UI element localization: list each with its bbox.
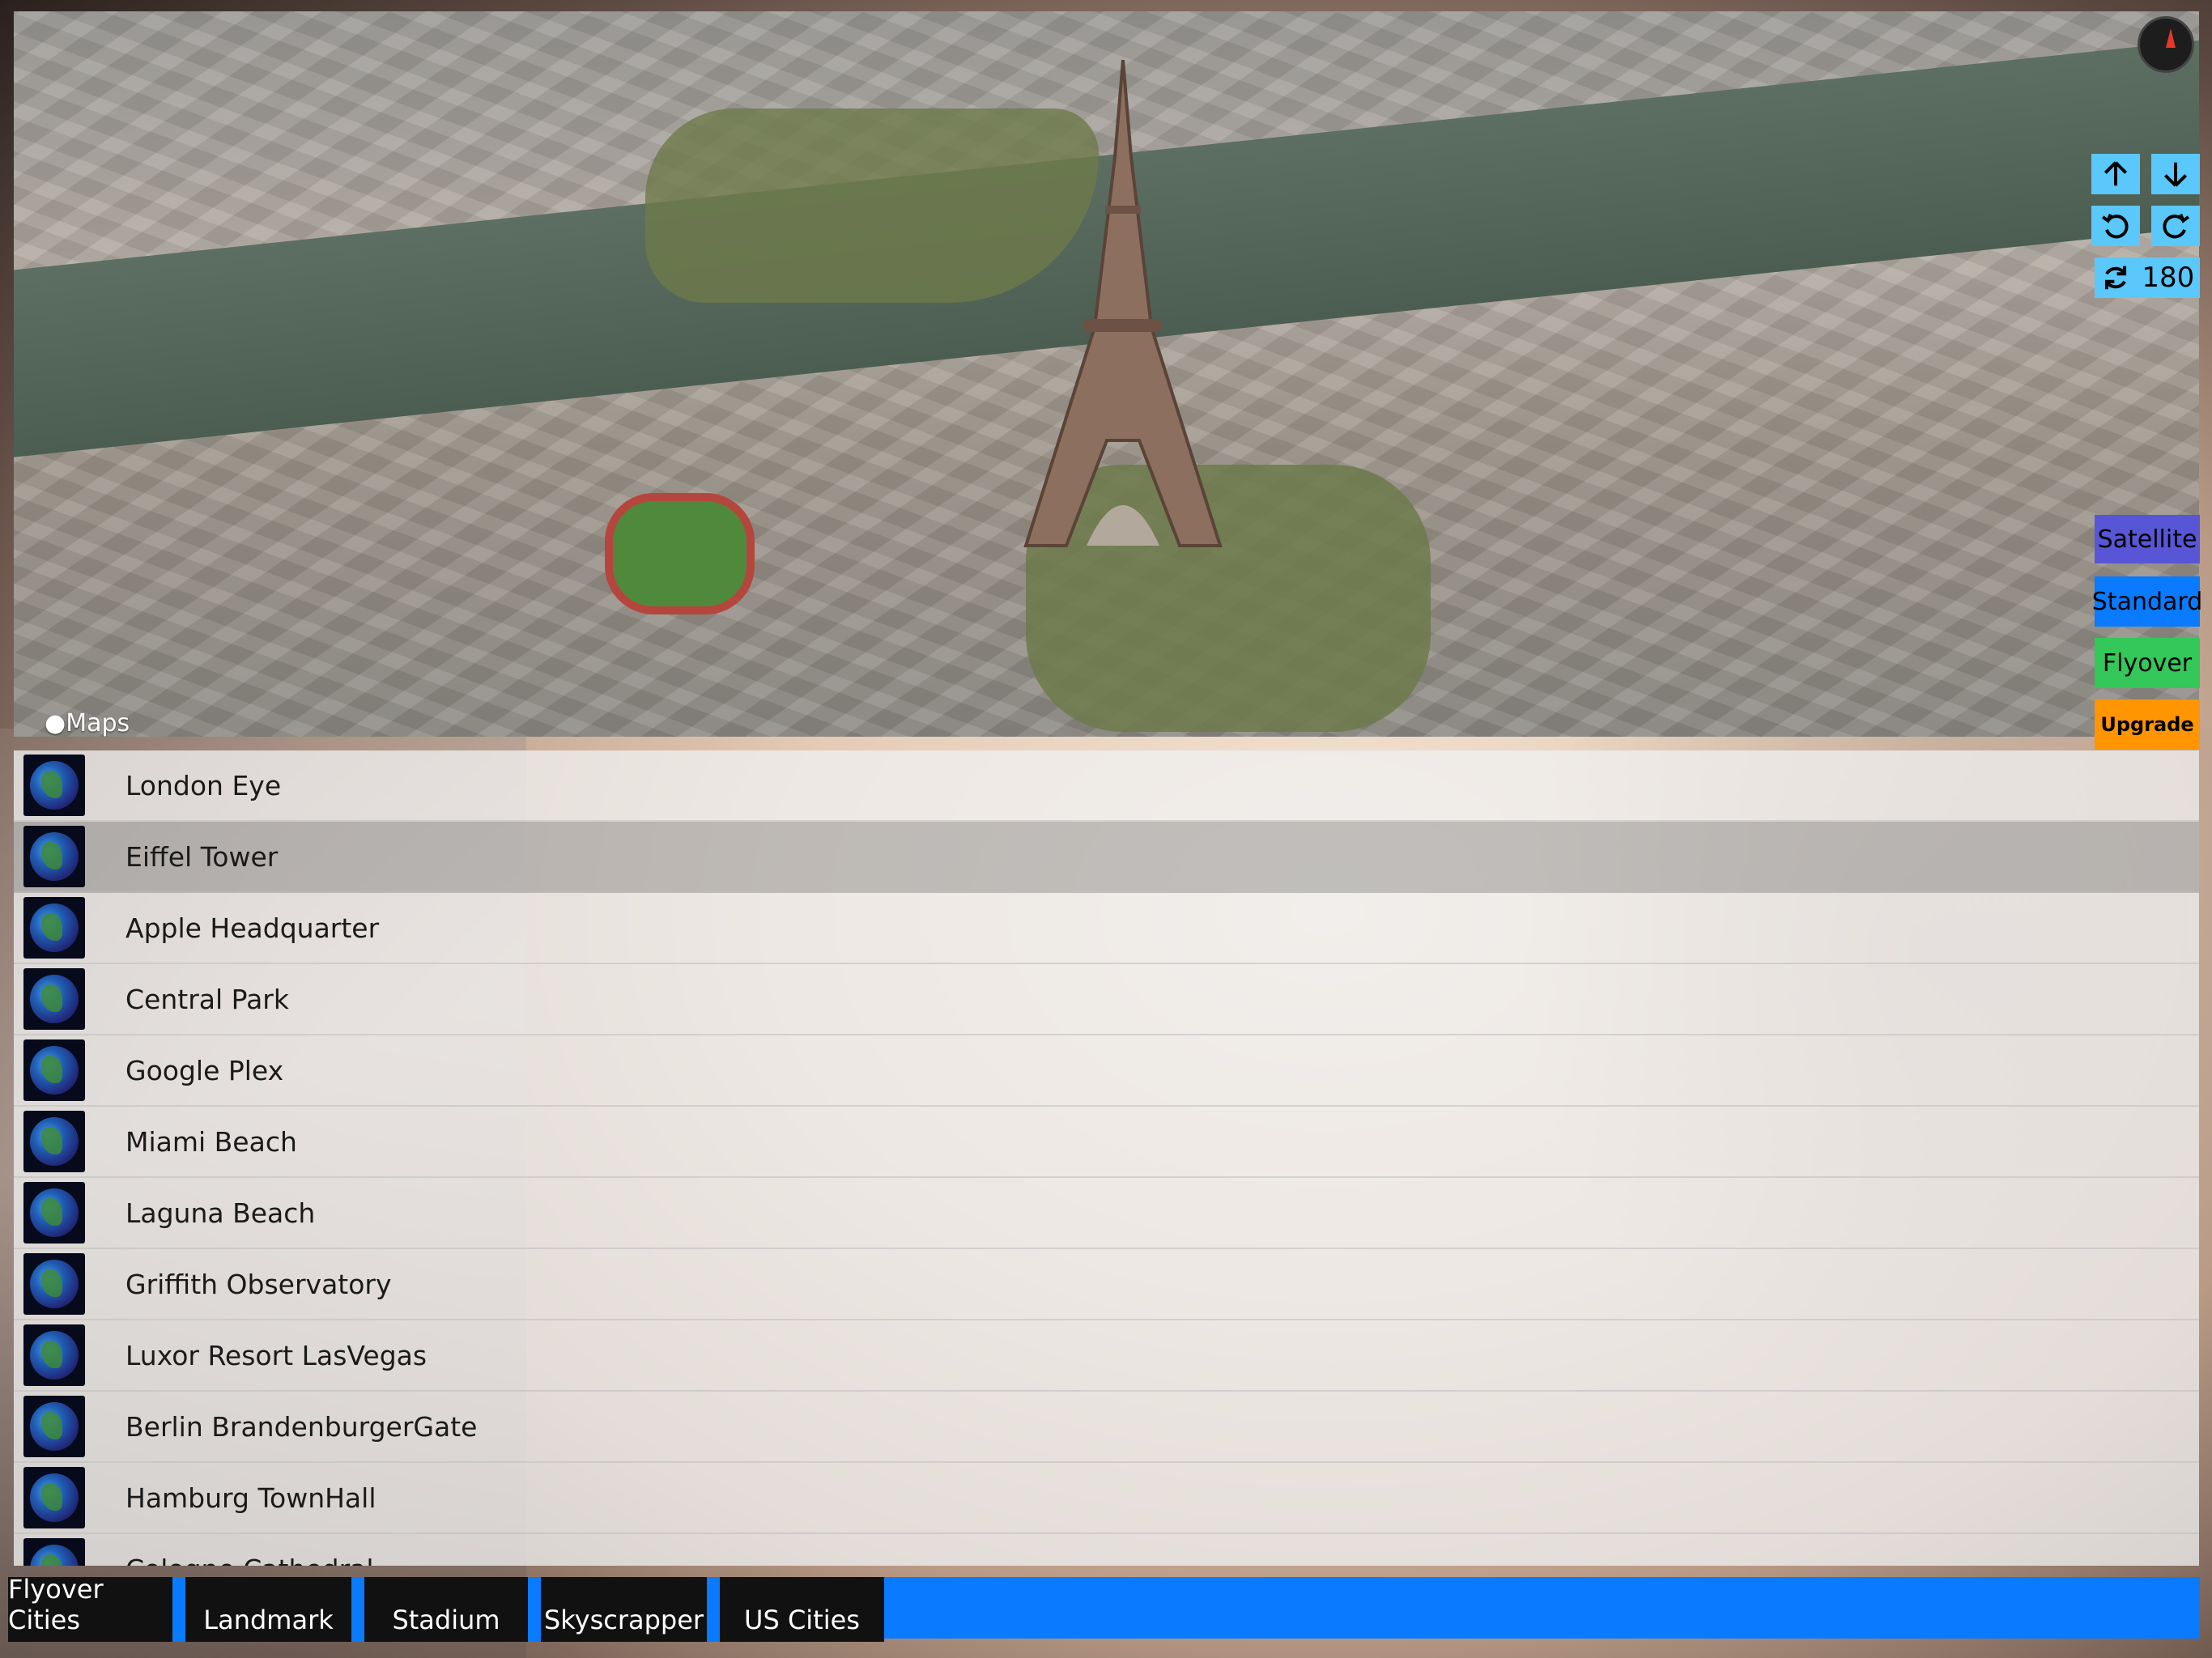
list-item[interactable]: Google Plex [14,1035,2199,1107]
globe-icon [23,897,85,959]
tab-separator [172,1577,185,1642]
list-item[interactable]: Apple Headquarter [14,893,2199,964]
tilt-up-button[interactable] [2091,154,2140,194]
tab-landmark[interactable]: Landmark [185,1577,351,1642]
list-item[interactable]: Luxor Resort LasVegas [14,1320,2199,1392]
list-item[interactable]: Griffith Observatory [14,1249,2199,1320]
tab-separator [528,1577,541,1642]
tab-stadium[interactable]: Stadium [364,1577,528,1642]
globe-icon [23,1467,85,1528]
eiffel-tower-icon [1023,60,1223,547]
list-item[interactable]: Miami Beach [14,1107,2199,1178]
rotate-right-button[interactable] [2151,206,2200,246]
globe-icon [23,1039,85,1101]
list-item[interactable]: Cologne Cathedral [14,1534,2199,1566]
globe-icon [23,968,85,1030]
apple-logo-icon: ● [45,709,66,737]
rotate-left-button[interactable] [2091,206,2140,246]
globe-icon [23,1111,85,1172]
compass-button[interactable] [2138,16,2194,73]
rotate-ccw-icon [2101,214,2129,239]
rotate-180-button[interactable]: 180 [2095,257,2200,298]
rotate-cw-icon [2163,214,2190,239]
compass-needle-icon [2166,28,2176,48]
refresh-icon [2104,266,2126,290]
list-item[interactable]: Berlin BrandenburgerGate [14,1392,2199,1463]
globe-icon [23,1182,85,1244]
flyover-map[interactable]: ●Maps [14,11,2199,737]
satellite-button[interactable]: Satellite [2095,515,2200,563]
tab-separator [707,1577,720,1642]
tab-bar-fill [884,1577,2200,1639]
globe-icon [23,1396,85,1457]
map-stadium-track [605,493,755,614]
arrow-up-icon [2104,161,2128,186]
standard-button[interactable]: Standard [2092,576,2202,627]
globe-icon [23,1324,85,1386]
upgrade-button[interactable]: Upgrade [2095,699,2200,750]
flyover-button[interactable]: Flyover [2095,638,2200,688]
list-item[interactable]: London Eye [14,750,2199,822]
tab-flyover-cities[interactable]: Flyover Cities [8,1574,172,1642]
maps-logo: ●Maps [45,709,130,737]
list-item[interactable]: Central Park [14,964,2199,1035]
globe-icon [23,755,85,816]
tilt-down-button[interactable] [2151,154,2200,194]
globe-icon [23,1253,85,1315]
arrow-down-icon [2163,162,2188,187]
tab-skyscrapper[interactable]: Skyscrapper [541,1577,707,1642]
globe-icon [23,1538,85,1566]
tab-us-cities[interactable]: US Cities [720,1577,884,1642]
globe-icon [23,826,85,887]
tab-separator [351,1577,364,1642]
list-item[interactable]: Hamburg TownHall [14,1463,2199,1534]
landmark-list[interactable]: London Eye Eiffel Tower Apple Headquarte… [14,750,2199,1566]
list-item[interactable]: Laguna Beach [14,1178,2199,1249]
category-tab-bar: Flyover Cities Landmark Stadium Skyscrap… [0,1574,2212,1642]
list-item[interactable]: Eiffel Tower [14,822,2199,893]
